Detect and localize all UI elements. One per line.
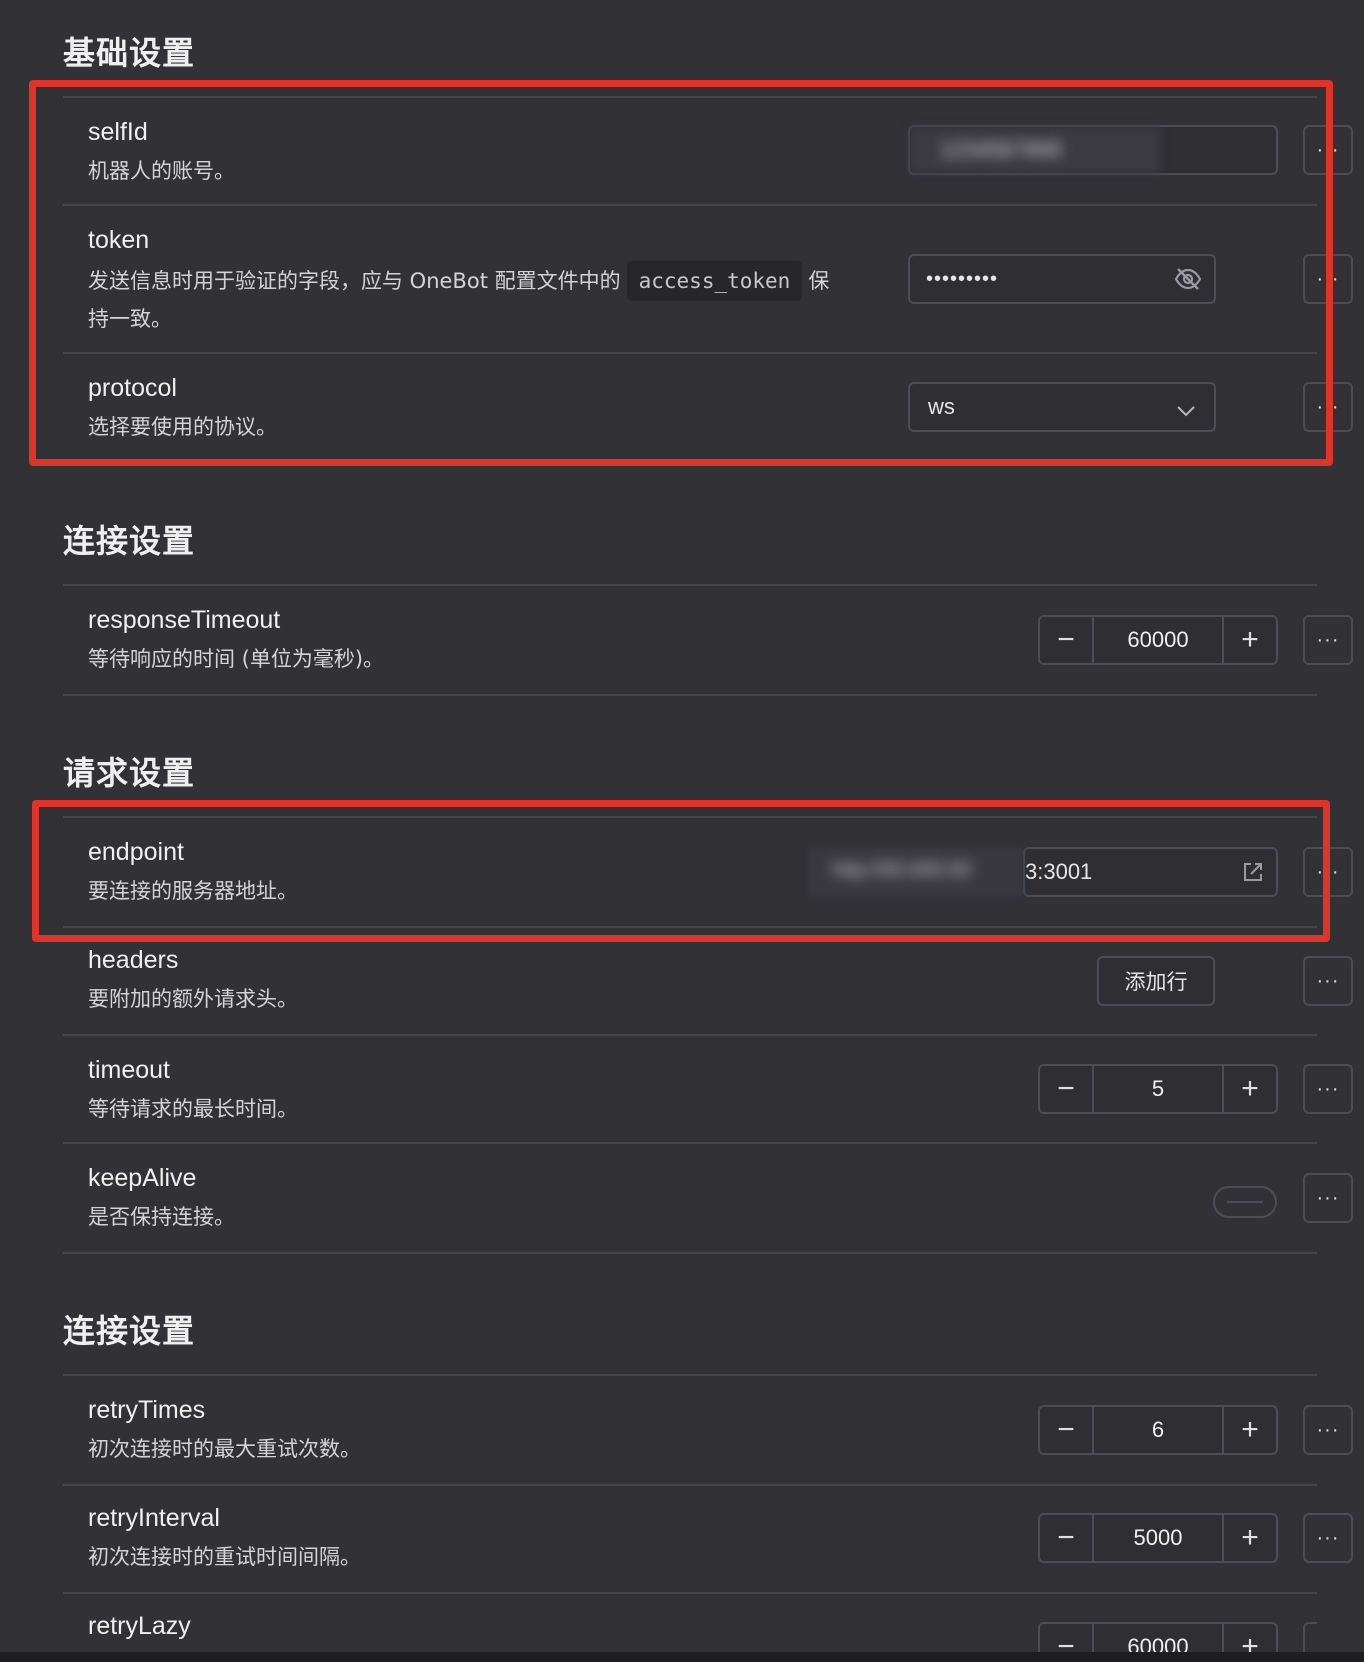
more-button[interactable]: ···	[1303, 1405, 1353, 1455]
divider	[63, 694, 1317, 696]
setting-description: 要附加的额外请求头。	[88, 987, 298, 1011]
stepper-value[interactable]: 60000	[1092, 1624, 1224, 1652]
more-button[interactable]: ···	[1303, 1622, 1317, 1652]
section-title-request: 请求设置	[63, 754, 196, 792]
section-title-connection-2: 连接设置	[63, 1312, 196, 1350]
increment-button[interactable]: +	[1224, 1515, 1276, 1561]
increment-button[interactable]: +	[1224, 1624, 1276, 1652]
setting-description: 初次连接时的重试时间间隔。	[88, 1545, 361, 1569]
decrement-button[interactable]: −	[1040, 1515, 1092, 1561]
increment-button[interactable]: +	[1224, 1066, 1276, 1112]
stepper-value[interactable]: 5000	[1092, 1515, 1224, 1561]
setting-name: retryInterval	[88, 1504, 220, 1532]
decrement-button[interactable]: −	[1040, 617, 1092, 663]
response-timeout-stepper[interactable]: − 60000 +	[1038, 615, 1278, 665]
section-title-connection: 连接设置	[63, 522, 196, 560]
highlight-box-endpoint	[32, 800, 1330, 942]
stepper-value[interactable]: 6	[1092, 1407, 1224, 1453]
more-button[interactable]: ···	[1303, 1513, 1353, 1563]
retry-times-stepper[interactable]: − 6 +	[1038, 1405, 1278, 1455]
setting-name: headers	[88, 946, 179, 974]
setting-description: 初次连接时的最大重试次数。	[88, 1437, 361, 1461]
decrement-button[interactable]: −	[1040, 1407, 1092, 1453]
setting-description: 是否保持连接。	[88, 1205, 235, 1229]
more-button[interactable]: ···	[1303, 1064, 1353, 1114]
bottom-edge	[0, 1652, 1364, 1662]
add-row-button[interactable]: 添加行	[1097, 956, 1215, 1006]
stepper-value[interactable]: 60000	[1092, 617, 1224, 663]
decrement-button[interactable]: −	[1040, 1066, 1092, 1112]
increment-button[interactable]: +	[1224, 617, 1276, 663]
setting-row-response-timeout: responseTimeout 等待响应的时间 (单位为毫秒)。 − 60000…	[63, 586, 1353, 694]
setting-row-retry-lazy: retryLazy − 60000 + ···	[63, 1594, 1317, 1652]
increment-button[interactable]: +	[1224, 1407, 1276, 1453]
setting-row-timeout: timeout 等待请求的最长时间。 − 5 + ···	[63, 1036, 1353, 1142]
keepalive-toggle[interactable]	[1213, 1186, 1277, 1218]
more-button[interactable]: ···	[1303, 1173, 1353, 1223]
stepper-value[interactable]: 5	[1092, 1066, 1224, 1112]
setting-row-keepalive: keepAlive 是否保持连接。 ···	[63, 1144, 1353, 1252]
setting-name: keepAlive	[88, 1164, 197, 1192]
timeout-stepper[interactable]: − 5 +	[1038, 1064, 1278, 1114]
setting-name: timeout	[88, 1056, 170, 1084]
section-title-basic: 基础设置	[63, 34, 196, 72]
more-button[interactable]: ···	[1303, 615, 1353, 665]
more-button[interactable]: ···	[1303, 956, 1353, 1006]
retry-lazy-stepper[interactable]: − 60000 +	[1038, 1622, 1278, 1652]
setting-row-retry-interval: retryInterval 初次连接时的重试时间间隔。 − 5000 + ···	[63, 1486, 1353, 1592]
setting-description: 等待响应的时间 (单位为毫秒)。	[88, 647, 385, 671]
decrement-button[interactable]: −	[1040, 1624, 1092, 1652]
setting-name: responseTimeout	[88, 606, 281, 634]
setting-row-retry-times: retryTimes 初次连接时的最大重试次数。 − 6 + ···	[63, 1376, 1353, 1484]
setting-row-headers: headers 要附加的额外请求头。 添加行 ···	[63, 928, 1353, 1034]
retry-interval-stepper[interactable]: − 5000 +	[1038, 1513, 1278, 1563]
setting-name: retryTimes	[88, 1396, 206, 1424]
setting-description: 等待请求的最长时间。	[88, 1097, 298, 1121]
highlight-box-basic	[29, 80, 1333, 466]
divider	[63, 1252, 1317, 1254]
setting-name: retryLazy	[88, 1612, 191, 1640]
